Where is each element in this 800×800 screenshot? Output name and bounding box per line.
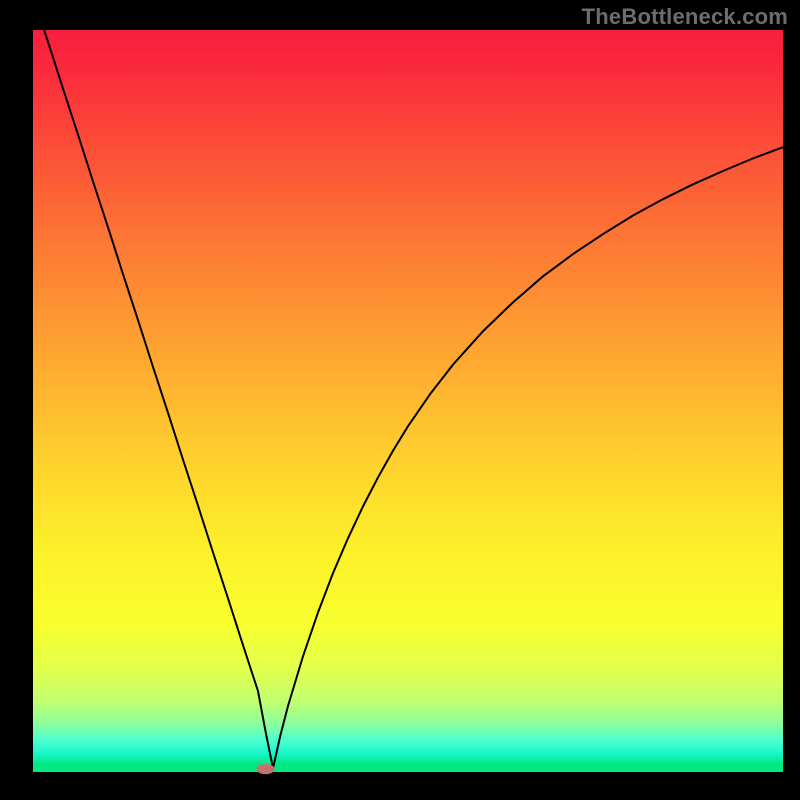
bottleneck-curve-plot (0, 0, 800, 800)
watermark-text: TheBottleneck.com (582, 4, 788, 30)
gradient-background (33, 30, 783, 772)
chart-frame: TheBottleneck.com (0, 0, 800, 800)
optimal-point-marker (257, 764, 275, 774)
